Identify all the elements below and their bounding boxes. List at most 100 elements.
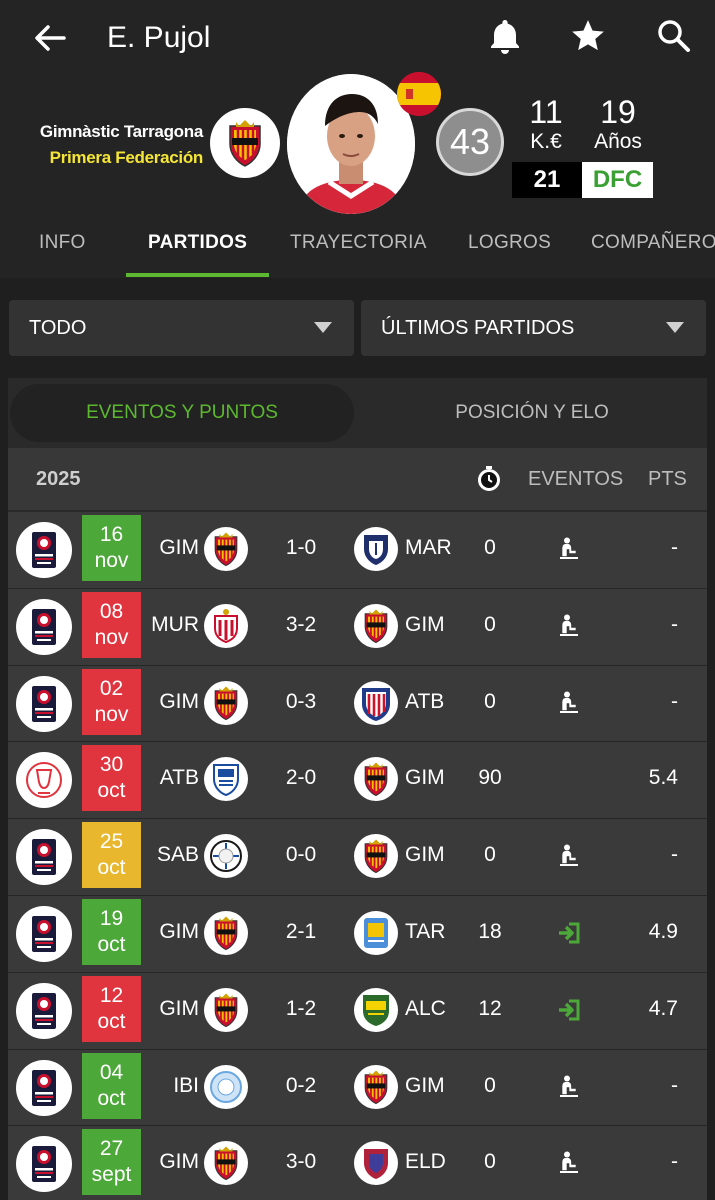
home-team-crest-icon [204, 757, 248, 802]
back-arrow-icon[interactable] [30, 18, 70, 58]
away-team-code: MAR [405, 536, 452, 559]
match-score: 2-0 [285, 766, 317, 790]
away-team-crest-icon [354, 1064, 398, 1109]
match-row[interactable]: 08 nov MUR 3-2 GIM 0 - [8, 588, 707, 666]
minutes-played: 18 [478, 919, 502, 943]
competition-dropdown[interactable]: TODO [9, 300, 354, 356]
bench-icon [556, 1074, 584, 1102]
match-date: 12 oct [82, 975, 141, 1042]
match-score: 2-1 [285, 919, 317, 943]
match-points: - [671, 843, 678, 867]
tab-logros[interactable]: LOGROS [468, 232, 551, 254]
bench-icon [556, 690, 584, 718]
match-month: nov [94, 625, 129, 649]
competition-logo-icon [16, 752, 72, 809]
away-team-code: TAR [405, 919, 446, 943]
list-header: 2025 EVENTOS PTS [8, 448, 707, 510]
match-score: 0-3 [285, 689, 317, 713]
match-day: 19 [99, 906, 124, 930]
away-team-code: ATB [405, 689, 445, 713]
segment-position-elo[interactable]: POSICIÓN Y ELO [362, 384, 702, 442]
minutes-played: 12 [478, 996, 502, 1020]
home-team-code: IBI [173, 1073, 199, 1097]
match-day: 04 [99, 1060, 124, 1084]
away-team-crest-icon [354, 527, 398, 571]
home-team-code: GIM [159, 1150, 199, 1174]
match-row[interactable]: 25 oct SAB 0-0 GIM 0 - [8, 819, 707, 896]
match-day: 08 [99, 599, 124, 623]
match-list: 16 nov GIM 1-0 MAR 0-08 nov MUR 3-2 GIM 0-02 nov GIM… [8, 512, 707, 1200]
match-points: 5.4 [648, 766, 678, 790]
match-points: - [671, 1150, 678, 1174]
bench-icon [556, 843, 584, 871]
match-month: oct [97, 1009, 126, 1033]
away-team-code: GIM [405, 766, 445, 790]
match-score: 1-2 [285, 996, 317, 1020]
home-team-crest-icon [204, 680, 248, 725]
team-crest-icon[interactable] [210, 108, 280, 178]
range-dropdown[interactable]: ÚLTIMOS PARTIDOS [361, 300, 706, 356]
home-team-code: ATB [159, 766, 199, 790]
bell-icon[interactable] [483, 14, 527, 58]
match-date: 30 oct [82, 745, 141, 812]
match-score: 0-0 [285, 843, 317, 867]
minutes-played: 0 [484, 843, 496, 867]
match-month: nov [94, 702, 129, 726]
match-day: 02 [99, 676, 124, 700]
player-age-label: Años [594, 130, 642, 153]
match-row[interactable]: 04 oct IBI 0-2 GIM 0 - [8, 1049, 707, 1127]
away-team-crest-icon [354, 910, 398, 955]
clock-icon [476, 466, 502, 492]
tab-companeros[interactable]: COMPAÑEROS [591, 232, 715, 254]
shirt-number: 21 [512, 162, 582, 198]
away-team-crest-icon [354, 987, 398, 1032]
match-row[interactable]: 12 oct GIM 1-2 ALC 12 4.7 [8, 972, 707, 1050]
minutes-played: 0 [484, 689, 496, 713]
minutes-played: 90 [478, 766, 502, 790]
away-team-code: GIM [405, 612, 445, 636]
match-points: - [671, 536, 678, 559]
home-team-code: GIM [159, 689, 199, 713]
bench-icon [556, 1150, 584, 1178]
points-column-header: PTS [648, 468, 687, 490]
market-value-unit: K.€ [530, 130, 562, 153]
page-title: E. Pujol [107, 21, 211, 54]
home-team-code: GIM [159, 996, 199, 1020]
bench-icon [556, 536, 584, 564]
competition-logo-icon [16, 982, 72, 1039]
competition-logo-icon [16, 598, 72, 655]
match-date: 27 sept [82, 1129, 141, 1196]
match-row[interactable]: 30 oct ATB 2-0 GIM 90 5.4 [8, 742, 707, 820]
search-icon[interactable] [652, 14, 696, 58]
match-score: 0-2 [285, 1073, 317, 1097]
match-row[interactable]: 02 nov GIM 0-3 ATB 0 - [8, 665, 707, 743]
tab-partidos[interactable]: PARTIDOS [148, 232, 247, 254]
active-tab-indicator [126, 273, 269, 277]
competition-logo-icon [16, 1136, 72, 1193]
star-icon[interactable] [566, 14, 610, 58]
match-row[interactable]: 16 nov GIM 1-0 MAR 0 - [8, 512, 707, 589]
competition-logo-icon [16, 829, 72, 886]
away-team-crest-icon [354, 680, 398, 725]
substitution-in-icon [556, 920, 584, 948]
player-position: DFC [582, 162, 653, 198]
home-team-code: GIM [159, 919, 199, 943]
team-name[interactable]: Gimnàstic Tarragona [40, 122, 203, 142]
away-team-crest-icon [354, 834, 398, 879]
match-row[interactable]: 27 sept GIM 3-0 ELD 0 - [8, 1126, 707, 1200]
competition-logo-icon [16, 675, 72, 732]
tab-trayectoria[interactable]: TRAYECTORIA [290, 232, 427, 254]
home-team-code: MUR [151, 612, 199, 636]
segment-events-points[interactable]: EVENTOS Y PUNTOS [10, 384, 354, 442]
match-date: 25 oct [82, 822, 141, 889]
match-points: - [671, 1073, 678, 1097]
spain-flag-icon [397, 72, 441, 116]
match-day: 16 [99, 523, 124, 546]
market-value: 11 [529, 94, 563, 130]
tab-info[interactable]: INFO [39, 232, 86, 254]
league-name[interactable]: Primera Federación [50, 148, 204, 168]
home-team-crest-icon [204, 527, 248, 571]
match-row[interactable]: 19 oct GIM 2-1 TAR 18 4.9 [8, 895, 707, 973]
caret-down-icon [666, 322, 684, 333]
away-team-code: GIM [405, 1073, 445, 1097]
